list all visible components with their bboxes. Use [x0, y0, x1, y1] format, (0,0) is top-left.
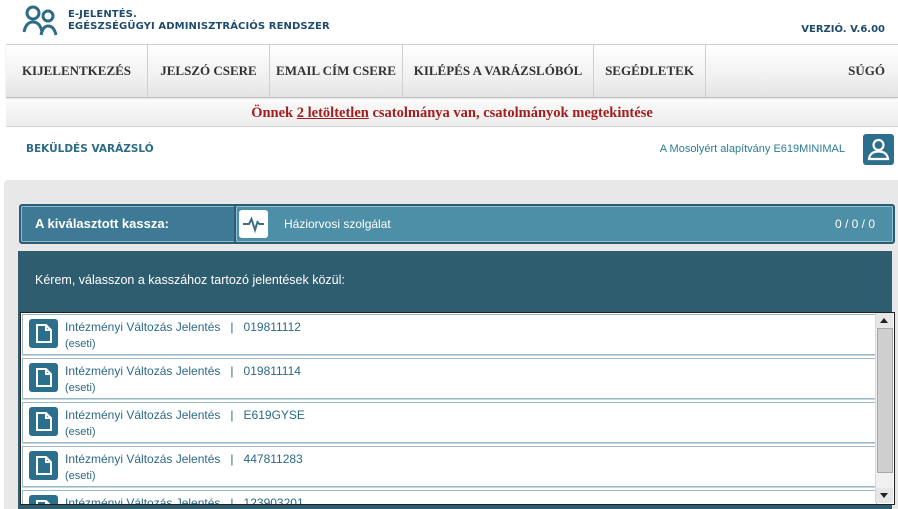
report-name: Intézményi Változás Jelentés	[65, 452, 221, 466]
user-icon	[867, 138, 890, 161]
report-code: 123903201	[243, 496, 304, 505]
version-label: VERZIÓ. V.6.00	[801, 24, 885, 35]
report-separator: |	[230, 452, 234, 466]
menu-item-change-password[interactable]: JELSZÓ CSERE	[148, 45, 270, 97]
user-profile-button[interactable]	[863, 134, 894, 165]
report-code: 019811114	[243, 364, 301, 378]
report-type: (eseti)	[65, 470, 96, 482]
menu-item-logout[interactable]: KIJELENTKEZÉS	[6, 45, 148, 97]
people-icon	[22, 5, 58, 36]
menu-item-exit-wizard[interactable]: KILÉPÉS A VARÁZSLÓBÓL	[403, 45, 594, 97]
report-name: Intézményi Változás Jelentés	[65, 408, 221, 422]
attachments-notice: Önnek 2 letöltetlen csatolmánya van, csa…	[6, 101, 898, 127]
report-list-scrollbar[interactable]	[875, 313, 893, 503]
report-code: 447811283	[243, 452, 303, 466]
report-type: (eseti)	[65, 338, 96, 350]
main-menu: KIJELENTKEZÉS JELSZÓ CSERE EMAIL CÍM CSE…	[6, 44, 898, 98]
arrow-down-icon	[880, 493, 888, 498]
menu-item-help[interactable]: SÚGÓ	[786, 45, 885, 97]
kassza-name: Háziorvosi szolgálat	[284, 217, 391, 231]
report-list-item[interactable]: Intézményi Változás Jelentés | 019811114 (…	[22, 358, 877, 399]
report-separator: |	[230, 320, 234, 334]
report-list: Intézményi Változás Jelentés | 019811112 (…	[20, 312, 895, 505]
report-list-item[interactable]: Intézményi Változás Jelentés|123903201 (…	[22, 490, 877, 505]
report-separator: |	[230, 408, 234, 422]
selected-kassza-label: A kiválasztott kassza:	[19, 204, 244, 244]
undownloaded-attachments-link[interactable]: 2 letöltetlen	[297, 105, 369, 121]
menu-item-change-email[interactable]: EMAIL CÍM CSERE	[270, 45, 403, 97]
document-icon	[29, 451, 58, 480]
document-icon	[29, 319, 58, 348]
notice-prefix: Önnek	[251, 105, 297, 121]
arrow-up-icon	[880, 318, 888, 323]
report-code: E619GYSE	[243, 408, 305, 422]
report-separator: |	[230, 496, 234, 505]
document-icon	[29, 495, 58, 504]
report-name: Intézményi Változás Jelentés	[65, 364, 221, 378]
report-name: Intézményi Változás Jelentés	[65, 496, 221, 505]
report-separator: |	[230, 364, 234, 378]
report-list-item[interactable]: Intézményi Változás Jelentés | E619GYSE (e…	[22, 402, 877, 443]
wizard-title: BEKÜLDÉS VARÁZSLÓ	[26, 143, 154, 155]
report-type: (eseti)	[65, 426, 96, 438]
report-list-item[interactable]: Intézményi Változás Jelentés | 447811283 (…	[22, 446, 877, 487]
report-code: 019811112	[243, 320, 301, 334]
pulse-icon	[239, 210, 268, 238]
scroll-up-button[interactable]	[876, 313, 893, 328]
organization-name: A Mosolyért alapítvány E619MINIMAL	[659, 143, 845, 155]
app-title-line2: EGÉSZSÉGÜGYI ADMINISZTRÁCIÓS RENDSZER	[68, 21, 330, 32]
report-list-item[interactable]: Intézményi Változás Jelentés | 019811112 (…	[22, 314, 877, 355]
document-icon	[29, 363, 58, 392]
report-name: Intézményi Változás Jelentés	[65, 320, 221, 334]
report-type: (eseti)	[65, 382, 96, 394]
report-list-prompt: Kérem, válasszon a kasszához tartozó jel…	[35, 273, 345, 287]
kassza-counts: 0 / 0 / 0	[834, 217, 875, 231]
document-icon	[29, 407, 58, 436]
menu-item-guides[interactable]: SEGÉDLETEK	[594, 45, 706, 97]
app-title-line1: E-JELENTÉS.	[68, 9, 137, 20]
app-title: E-JELENTÉS. EGÉSZSÉGÜGYI ADMINISZTRÁCIÓS…	[68, 9, 330, 33]
scroll-down-button[interactable]	[876, 488, 893, 503]
kassza-selector[interactable]: Háziorvosi szolgálat 0 / 0 / 0	[234, 204, 895, 244]
notice-suffix[interactable]: csatolmánya van, csatolmányok megtekinté…	[369, 105, 652, 121]
scroll-thumb[interactable]	[877, 328, 893, 473]
